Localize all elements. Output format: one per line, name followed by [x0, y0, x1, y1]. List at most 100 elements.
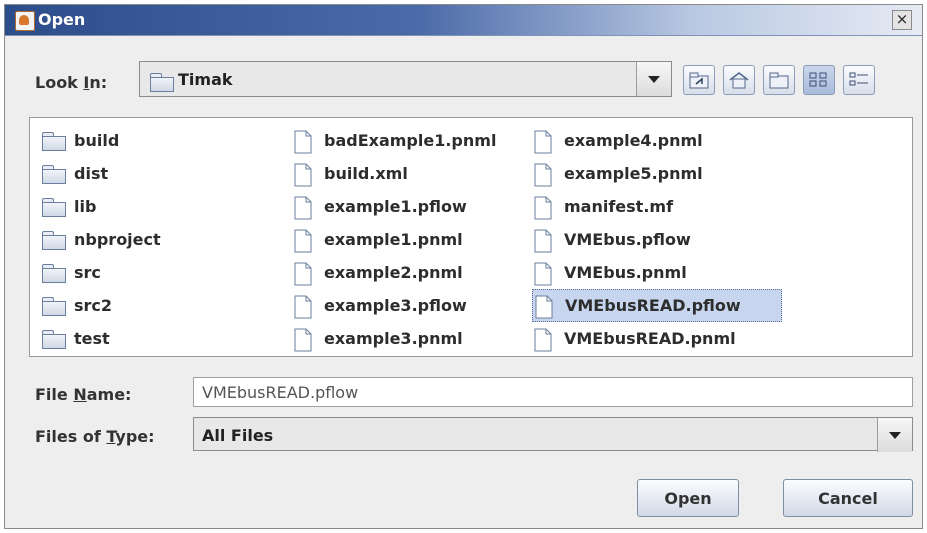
- file-name: VMEbusREAD.pflow: [565, 296, 741, 315]
- folder-item[interactable]: lib: [42, 190, 272, 223]
- document-icon: [294, 328, 312, 351]
- document-icon-wrapper: [532, 328, 556, 351]
- document-icon-wrapper: [532, 262, 556, 285]
- folder-icon: [42, 229, 66, 251]
- file-name: test: [74, 329, 110, 348]
- file-name: VMEbus.pflow: [564, 230, 691, 249]
- document-icon: [294, 262, 312, 285]
- document-icon: [294, 229, 312, 252]
- folder-icon: [42, 295, 66, 317]
- folder-icon: [150, 73, 174, 92]
- up-one-level-icon: [689, 72, 709, 89]
- java-app-icon: [15, 11, 35, 31]
- cancel-button[interactable]: Cancel: [783, 479, 913, 517]
- document-icon: [534, 262, 552, 285]
- document-icon: [294, 196, 312, 219]
- file-item[interactable]: example3.pnml: [292, 322, 532, 355]
- file-item[interactable]: VMEbus.pnml: [532, 256, 782, 289]
- file-item[interactable]: example4.pnml: [532, 124, 782, 157]
- document-icon: [534, 196, 552, 219]
- open-dialog: Open × Look In: Timak build dist lib nbp…: [4, 4, 923, 529]
- file-name: lib: [74, 197, 97, 216]
- files-of-type-label: Files of Type:: [35, 427, 155, 446]
- file-name: example2.pnml: [324, 263, 463, 282]
- document-icon-wrapper: [292, 328, 316, 351]
- file-item[interactable]: manifest.mf: [532, 190, 782, 223]
- file-name: example1.pnml: [324, 230, 463, 249]
- file-column-2: badExample1.pnml build.xml example1.pflow e…: [292, 124, 532, 355]
- document-icon: [534, 163, 552, 186]
- open-button[interactable]: Open: [637, 479, 739, 517]
- document-icon-wrapper: [532, 163, 556, 186]
- file-name: VMEbusREAD.pnml: [564, 329, 736, 348]
- file-item[interactable]: VMEbus.pflow: [532, 223, 782, 256]
- file-name: manifest.mf: [564, 197, 674, 216]
- details-view-icon: [849, 72, 868, 86]
- document-icon-wrapper: [292, 196, 316, 219]
- file-name: example1.pflow: [324, 197, 467, 216]
- window-title: Open: [38, 10, 86, 29]
- document-icon-wrapper: [292, 295, 316, 318]
- document-icon: [534, 328, 552, 351]
- file-name: example4.pnml: [564, 131, 703, 150]
- document-icon: [294, 295, 312, 318]
- file-name: example3.pflow: [324, 296, 467, 315]
- document-icon-wrapper: [532, 130, 556, 153]
- document-icon: [534, 229, 552, 252]
- files-of-type-value: All Files: [202, 426, 274, 445]
- file-name: VMEbus.pnml: [564, 263, 687, 282]
- close-button[interactable]: ×: [892, 10, 912, 30]
- file-item[interactable]: example5.pnml: [532, 157, 782, 190]
- folder-item[interactable]: dist: [42, 157, 272, 190]
- file-name: src: [74, 263, 101, 282]
- document-icon-wrapper: [532, 229, 556, 252]
- document-icon-wrapper: [292, 229, 316, 252]
- list-view-icon: [809, 72, 827, 87]
- folder-icon: [42, 130, 66, 152]
- title-bar[interactable]: Open ×: [5, 5, 922, 36]
- look-in-combobox[interactable]: Timak: [139, 61, 672, 97]
- file-item[interactable]: example2.pnml: [292, 256, 532, 289]
- file-name: nbproject: [74, 230, 161, 249]
- file-item[interactable]: VMEbusREAD.pflow: [532, 289, 782, 322]
- document-icon-wrapper: [292, 163, 316, 186]
- list-view-button[interactable]: [803, 65, 835, 95]
- folder-item[interactable]: test: [42, 322, 272, 355]
- file-name-input[interactable]: [193, 377, 913, 407]
- files-of-type-combobox[interactable]: All Files: [193, 417, 913, 452]
- file-item[interactable]: example3.pflow: [292, 289, 532, 322]
- folder-item[interactable]: nbproject: [42, 223, 272, 256]
- file-name: badExample1.pnml: [324, 131, 497, 150]
- document-icon-wrapper: [533, 295, 557, 318]
- file-column-3: example4.pnml example5.pnml manifest.mf VME…: [532, 124, 782, 355]
- folder-icon: [42, 163, 66, 185]
- document-icon-wrapper: [292, 130, 316, 153]
- document-icon: [534, 130, 552, 153]
- home-icon: [729, 72, 749, 89]
- new-folder-button[interactable]: [763, 65, 795, 95]
- folder-item[interactable]: src2: [42, 289, 272, 322]
- file-item[interactable]: example1.pnml: [292, 223, 532, 256]
- folder-icon: [42, 262, 66, 284]
- file-name: example5.pnml: [564, 164, 703, 183]
- chevron-down-icon[interactable]: [636, 62, 671, 96]
- folder-icon: [42, 328, 66, 350]
- file-item[interactable]: build.xml: [292, 157, 532, 190]
- file-item[interactable]: VMEbusREAD.pnml: [532, 322, 782, 355]
- folder-item[interactable]: src: [42, 256, 272, 289]
- details-view-button[interactable]: [843, 65, 875, 95]
- up-one-level-button[interactable]: [683, 65, 715, 95]
- folder-item[interactable]: build: [42, 124, 272, 157]
- document-icon: [294, 163, 312, 186]
- document-icon-wrapper: [532, 196, 556, 219]
- file-list[interactable]: build dist lib nbproject src src2 test badExam…: [29, 117, 913, 357]
- chevron-down-icon[interactable]: [877, 418, 912, 452]
- file-name-label: File Name:: [35, 385, 132, 404]
- file-name: example3.pnml: [324, 329, 463, 348]
- new-folder-icon: [769, 72, 789, 89]
- home-button[interactable]: [723, 65, 755, 95]
- document-icon: [294, 130, 312, 153]
- file-item[interactable]: example1.pflow: [292, 190, 532, 223]
- file-name: src2: [74, 296, 113, 315]
- file-item[interactable]: badExample1.pnml: [292, 124, 532, 157]
